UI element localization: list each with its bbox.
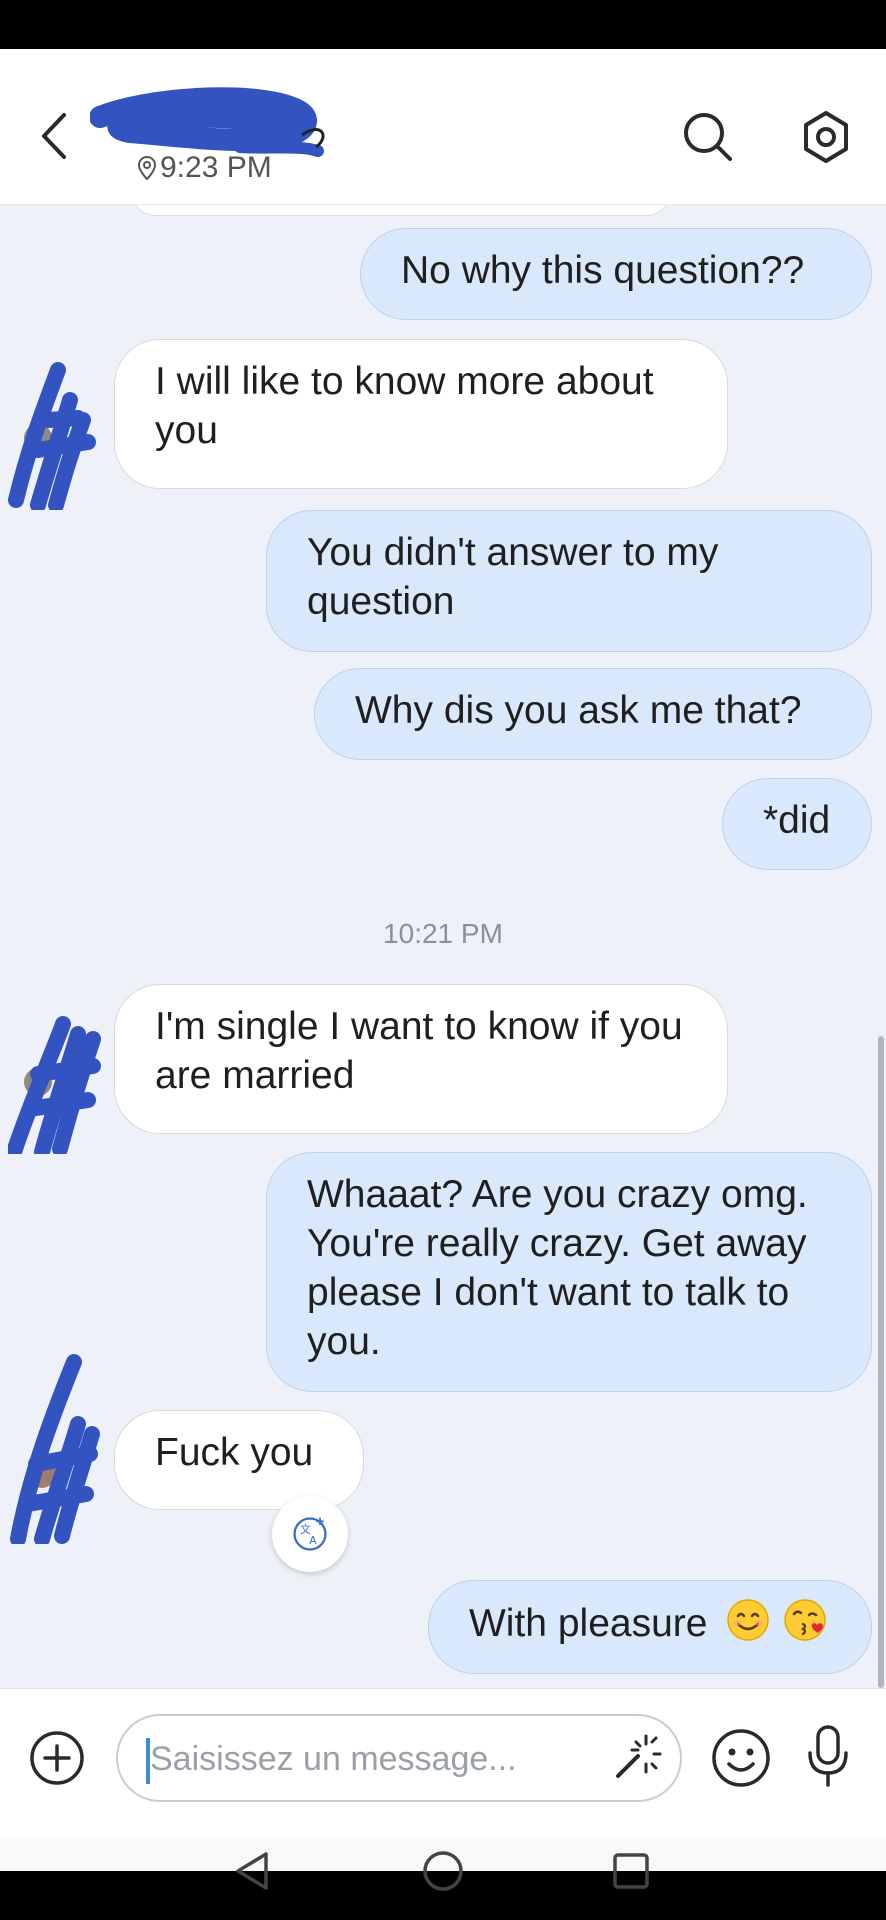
back-icon[interactable] <box>28 101 88 171</box>
contact-avatar[interactable] <box>8 1004 108 1154</box>
message-text: Why dis you ask me that? <box>355 689 802 732</box>
message-bubble-outgoing[interactable]: With pleasure <box>428 1580 872 1674</box>
message-text: You didn't answer to my question <box>307 531 719 623</box>
translate-icon: 文 A <box>293 1517 327 1551</box>
svg-text:A: A <box>309 1534 317 1547</box>
message-text: With pleasure <box>469 1602 708 1645</box>
last-seen-label: 9:23 PM <box>160 151 272 184</box>
contact-avatar[interactable] <box>8 360 108 510</box>
message-text: *did <box>763 799 831 842</box>
microphone-icon[interactable] <box>800 1723 856 1789</box>
time-separator: 10:21 PM <box>383 918 503 949</box>
message-bubble-outgoing[interactable]: Whaaat? Are you crazy omg. You're really… <box>266 1152 872 1392</box>
partial-message-bubble <box>130 204 672 216</box>
nav-back-icon[interactable] <box>228 1846 278 1896</box>
location-pin-icon <box>137 155 157 181</box>
message-bubble-incoming[interactable]: I will like to know more about you <box>114 339 728 489</box>
magic-wand-icon[interactable] <box>608 1730 664 1786</box>
message-bubble-outgoing[interactable]: You didn't answer to my question <box>266 510 872 652</box>
emoji-icon[interactable] <box>710 1727 772 1789</box>
translate-button[interactable]: 文 A <box>272 1496 348 1572</box>
message-bubble-outgoing[interactable]: *did <box>722 778 872 870</box>
message-text: I will like to know more about you <box>155 360 654 452</box>
message-text: Fuck you <box>155 1431 314 1474</box>
message-bubble-incoming[interactable]: Fuck you <box>114 1410 364 1510</box>
chat-header: 9:23 PM <box>0 49 886 205</box>
message-input-container[interactable] <box>116 1714 682 1802</box>
smile-emoji-icon <box>727 1599 770 1641</box>
kiss-emoji-icon <box>784 1599 826 1641</box>
contact-avatar[interactable] <box>8 1354 108 1544</box>
message-text: Whaaat? Are you crazy omg. You're really… <box>307 1173 808 1363</box>
message-text: I'm single I want to know if you are mar… <box>155 1005 683 1097</box>
plus-icon[interactable] <box>28 1729 86 1787</box>
settings-icon[interactable] <box>797 107 855 167</box>
last-seen-time: 9:23 PM <box>136 151 272 185</box>
status-bar <box>0 0 886 49</box>
scrollbar[interactable] <box>878 1036 884 1688</box>
system-navigation-bar <box>0 1838 886 1920</box>
message-bubble-outgoing[interactable]: No why this question?? <box>360 228 872 320</box>
message-list[interactable]: No why this question?? I will like to kn… <box>0 204 886 1688</box>
nav-recents-icon[interactable] <box>606 1846 656 1896</box>
message-bubble-incoming[interactable]: I'm single I want to know if you are mar… <box>114 984 728 1134</box>
message-input[interactable] <box>148 1716 592 1802</box>
nav-home-icon[interactable] <box>418 1846 468 1896</box>
message-composer <box>0 1688 886 1839</box>
message-bubble-outgoing[interactable]: Why dis you ask me that? <box>314 668 872 760</box>
search-icon[interactable] <box>680 109 736 165</box>
message-text: No why this question?? <box>401 249 805 292</box>
